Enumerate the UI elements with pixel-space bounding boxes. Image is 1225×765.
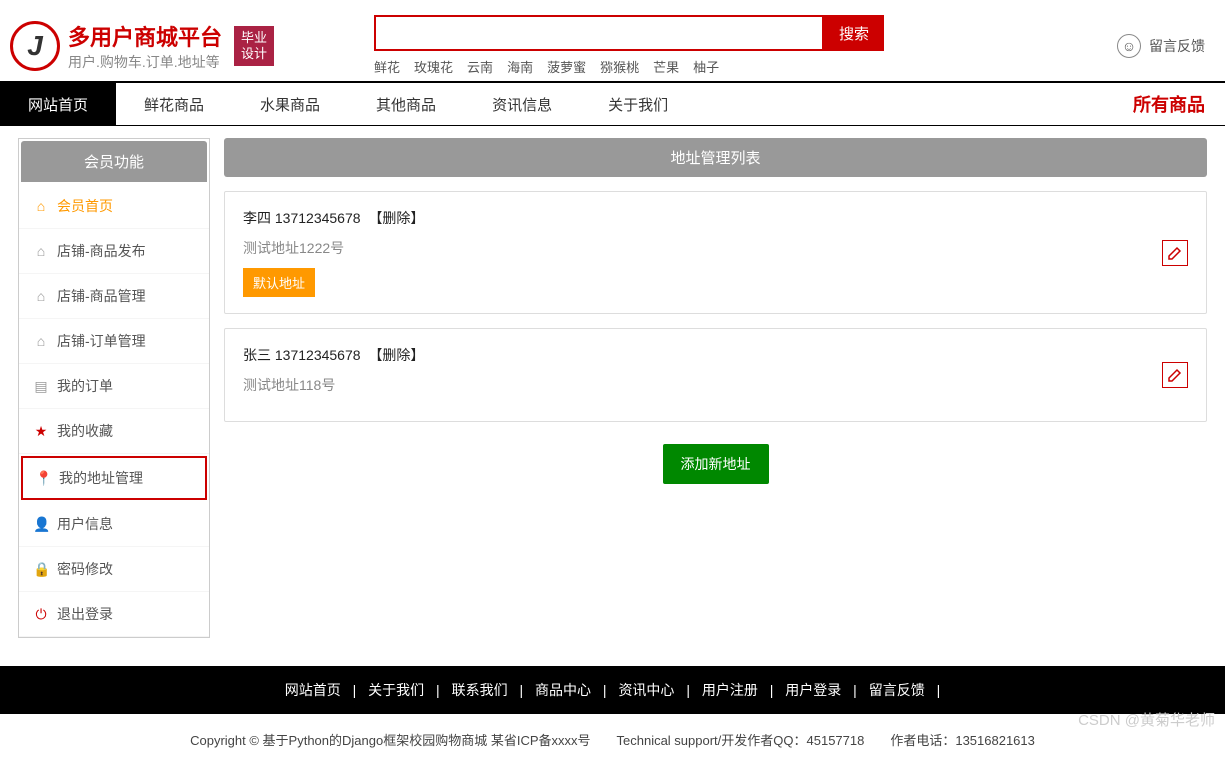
nav-item[interactable]: 其他商品 [348, 83, 464, 125]
lock-icon: 🔒 [33, 561, 49, 578]
brand-subtitle: 用户.购物车.订单.地址等 [68, 52, 222, 72]
address-contact: 张三 13712345678 【删除】 [243, 345, 1162, 365]
sidebar-item[interactable]: 👤 用户信息 [19, 502, 209, 547]
nav-all-products[interactable]: 所有商品 [1113, 83, 1225, 125]
nav-item[interactable]: 鲜花商品 [116, 83, 232, 125]
page-title: 地址管理列表 [224, 138, 1207, 177]
footer-link[interactable]: 关于我们 [368, 682, 424, 698]
edit-icon[interactable] [1162, 240, 1188, 266]
sidebar-item[interactable]: ⌂ 店铺-订单管理 [19, 319, 209, 364]
hot-tag[interactable]: 菠萝蜜 [547, 60, 586, 75]
hot-tags: 鲜花玫瑰花云南海南菠萝蜜猕猴桃芒果柚子 [374, 57, 884, 76]
address-detail: 测试地址118号 [243, 375, 1162, 395]
address-card: 张三 13712345678 【删除】测试地址118号 [224, 328, 1207, 422]
headset-icon: ☺ [1117, 34, 1141, 58]
sidebar-item-label: 用户信息 [57, 514, 113, 534]
sidebar-item[interactable]: ★ 我的收藏 [19, 409, 209, 454]
home-icon: ⌂ [33, 198, 49, 214]
badge-graduation: 毕业设计 [234, 26, 274, 66]
sidebar-item-label: 店铺-订单管理 [57, 331, 146, 351]
sidebar-item-label: 会员首页 [57, 196, 113, 216]
sidebar-item[interactable]: ⌂ 店铺-商品管理 [19, 274, 209, 319]
sidebar-item-label: 退出登录 [57, 604, 113, 624]
hot-tag[interactable]: 玫瑰花 [414, 60, 453, 75]
hot-tag[interactable]: 猕猴桃 [600, 60, 639, 75]
footer-link[interactable]: 用户登录 [785, 682, 841, 698]
star-icon: ★ [33, 423, 49, 440]
nav-item[interactable]: 网站首页 [0, 83, 116, 125]
main-nav: 网站首页鲜花商品水果商品其他商品资讯信息关于我们 所有商品 [0, 81, 1225, 125]
footer-info: Copyright © 基于Python的Django框架校园购物商城 某省IC… [0, 714, 1225, 765]
sidebar-item[interactable]: ⌂ 会员首页 [19, 184, 209, 229]
address-contact: 李四 13712345678 【删除】 [243, 208, 1162, 228]
hot-tag[interactable]: 云南 [467, 60, 493, 75]
nav-item[interactable]: 水果商品 [232, 83, 348, 125]
house-icon: ⌂ [33, 333, 49, 349]
search-input[interactable] [374, 15, 824, 51]
address-detail: 测试地址1222号 [243, 238, 1162, 258]
hot-tag[interactable]: 柚子 [693, 60, 719, 75]
house-icon: ⌂ [33, 288, 49, 304]
sidebar-item[interactable]: ⌂ 店铺-商品发布 [19, 229, 209, 274]
nav-item[interactable]: 关于我们 [580, 83, 696, 125]
footer-nav: 网站首页 | 关于我们 | 联系我们 | 商品中心 | 资讯中心 | 用户注册 … [0, 666, 1225, 714]
sidebar: 会员功能 ⌂ 会员首页 ⌂ 店铺-商品发布 ⌂ 店铺-商品管理 ⌂ 店铺-订单管理 ▤ 我的订单 ★… [18, 138, 210, 638]
sidebar-item-label: 店铺-商品管理 [57, 286, 146, 306]
selected-icon: 📍 [35, 470, 51, 487]
sidebar-item[interactable]: 📍 我的地址管理 [21, 456, 207, 500]
footer-link[interactable]: 网站首页 [285, 682, 341, 698]
footer-link[interactable]: 联系我们 [452, 682, 508, 698]
sidebar-item[interactable]: 🔒 密码修改 [19, 547, 209, 592]
sidebar-title: 会员功能 [21, 141, 207, 182]
sidebar-item-label: 我的地址管理 [59, 468, 143, 488]
feedback-label: 留言反馈 [1149, 36, 1205, 56]
user-icon: 👤 [33, 516, 49, 533]
delete-link[interactable]: 【删除】 [368, 347, 424, 363]
edit-icon[interactable] [1162, 362, 1188, 388]
house-icon: ⌂ [33, 243, 49, 259]
add-address-button[interactable]: 添加新地址 [663, 444, 769, 484]
feedback-link[interactable]: ☺ 留言反馈 [1117, 34, 1205, 58]
footer-link[interactable]: 留言反馈 [869, 682, 925, 698]
default-badge: 默认地址 [243, 268, 315, 297]
hot-tag[interactable]: 鲜花 [374, 60, 400, 75]
footer-link[interactable]: 用户注册 [702, 682, 758, 698]
hot-tag[interactable]: 芒果 [653, 60, 679, 75]
sidebar-item[interactable]: ⏻ 退出登录 [19, 592, 209, 637]
sidebar-item[interactable]: ▤ 我的订单 [19, 364, 209, 409]
house-icon: ▤ [33, 378, 49, 395]
footer-link[interactable]: 资讯中心 [618, 682, 674, 698]
logout-icon: ⏻ [33, 606, 49, 623]
sidebar-item-label: 密码修改 [57, 559, 113, 579]
footer-link[interactable]: 商品中心 [535, 682, 591, 698]
search-button[interactable]: 搜索 [824, 15, 884, 51]
brand-title: 多用户商城平台 [68, 20, 222, 52]
logo-area[interactable]: J 多用户商城平台 用户.购物车.订单.地址等 毕业设计 [10, 20, 274, 72]
sidebar-item-label: 我的订单 [57, 376, 113, 396]
address-card: 李四 13712345678 【删除】测试地址1222号默认地址 [224, 191, 1207, 314]
logo-icon: J [10, 21, 60, 71]
sidebar-item-label: 我的收藏 [57, 421, 113, 441]
sidebar-item-label: 店铺-商品发布 [57, 241, 146, 261]
nav-item[interactable]: 资讯信息 [464, 83, 580, 125]
delete-link[interactable]: 【删除】 [368, 210, 424, 226]
hot-tag[interactable]: 海南 [507, 60, 533, 75]
